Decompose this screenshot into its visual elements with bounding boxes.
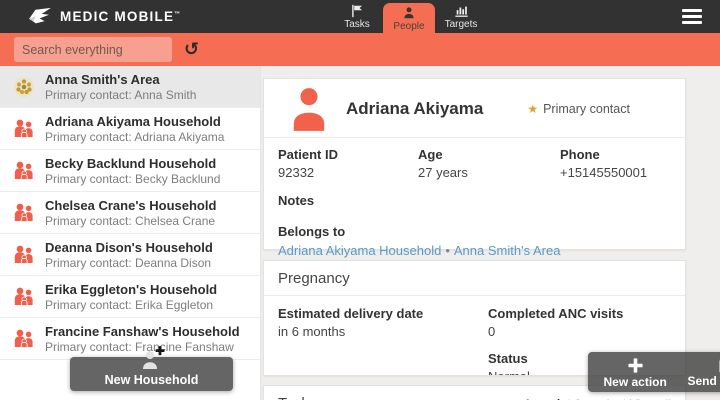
contact-list-item[interactable]: Anna Smith's Area Primary contact: Anna … [0, 66, 260, 108]
field-label: Age [418, 147, 560, 162]
brand-title: MEDIC MOBILE™ [60, 9, 180, 24]
plus-icon [627, 357, 644, 374]
household-icon [12, 327, 36, 351]
new-household-label: New Household [105, 373, 199, 391]
dot-separator: • [445, 243, 450, 258]
search-box [14, 37, 172, 62]
household-icon [12, 201, 36, 225]
contact-list-item-subtitle: Primary contact: Anna Smith [45, 88, 196, 102]
bar-chart-icon [454, 4, 469, 18]
contact-card: Adriana Akiyama ★ Primary contact Patien… [263, 78, 686, 250]
contact-list-item[interactable]: Chelsea Crane's Household Primary contac… [0, 192, 260, 234]
search-input[interactable] [14, 37, 172, 62]
brand: MEDIC MOBILE™ [28, 0, 180, 33]
reset-search-button[interactable]: ↺ [184, 41, 199, 59]
belongs-to-label: Belongs to [278, 224, 671, 239]
new-action-button[interactable]: New action [588, 352, 682, 392]
tab-tasks[interactable]: Tasks [331, 0, 383, 33]
field-label: Patient ID [278, 147, 418, 162]
app-window: MEDIC MOBILE™ Tasks [0, 0, 720, 400]
contact-card-body: Patient ID 92332 Age 27 years Phone +151… [264, 137, 685, 258]
contact-list-item-subtitle: Primary contact: Adriana Akiyama [45, 130, 224, 144]
primary-contact-label: Primary contact [543, 102, 630, 116]
avatar [290, 87, 328, 131]
contact-list-item[interactable]: Francine Fanshaw's Household Primary con… [0, 318, 260, 360]
contact-list-item-title: Francine Fanshaw's Household [45, 324, 240, 339]
field-value: 0 [488, 324, 671, 339]
hamburger-icon [682, 9, 702, 12]
contact-list: Anna Smith's Area Primary contact: Anna … [0, 66, 261, 400]
pregnancy-field: Completed ANC visits 0 [488, 306, 671, 339]
flag-icon [350, 4, 364, 18]
contact-list-item-subtitle: Primary contact: Chelsea Crane [45, 214, 216, 228]
contact-list-item-text: Deanna Dison's Household Primary contact… [45, 240, 213, 270]
pregnancy-title: Pregnancy [264, 261, 685, 295]
contact-list-item[interactable]: Erika Eggleton's Household Primary conta… [0, 276, 260, 318]
field-value: 27 years [418, 165, 560, 180]
tab-targets-label: Targets [445, 19, 478, 30]
contact-list-item[interactable]: Becky Backlund Household Primary contact… [0, 150, 260, 192]
primary-contact-badge: ★ Primary contact [527, 102, 630, 116]
user-plus-icon [139, 345, 165, 370]
field-label: Phone [560, 147, 671, 162]
household-icon [12, 117, 36, 141]
tab-targets[interactable]: Targets [435, 0, 487, 33]
trademark: ™ [174, 12, 180, 18]
belongs-to-links: Adriana Akiyama Household • Anna Smith's A… [278, 243, 671, 258]
contact-list-item-title: Deanna Dison's Household [45, 240, 213, 255]
field-value: in 6 months [278, 324, 488, 339]
contact-list-item-text: Adriana Akiyama Household Primary contac… [45, 114, 224, 144]
contact-list-item-subtitle: Primary contact: Becky Backlund [45, 172, 220, 186]
contact-list-item-title: Chelsea Crane's Household [45, 198, 216, 213]
top-bar: MEDIC MOBILE™ Tasks [0, 0, 720, 33]
refresh-icon: ↺ [184, 39, 199, 60]
contact-field: Age 27 years [418, 147, 560, 180]
contact-list-item-text: Chelsea Crane's Household Primary contac… [45, 198, 216, 228]
field-value: 92332 [278, 165, 418, 180]
send-message-button[interactable]: Send message [682, 352, 720, 392]
household-icon [12, 243, 36, 267]
household-icon [12, 159, 36, 183]
new-household-button[interactable]: New Household [70, 357, 233, 391]
contact-fields-row: Patient ID 92332 Age 27 years Phone +151… [278, 147, 671, 180]
contact-name: Adriana Akiyama [346, 99, 483, 119]
area-icon [12, 75, 36, 99]
household-icon [12, 285, 36, 309]
contact-list-item-text: Erika Eggleton's Household Primary conta… [45, 282, 217, 312]
star-icon: ★ [527, 102, 538, 116]
content-pane: Adriana Akiyama ★ Primary contact Patien… [261, 66, 720, 400]
tasks-title: Tasks [278, 395, 316, 400]
contact-list-item-title: Adriana Akiyama Household [45, 114, 224, 129]
action-bar: New action Send message [588, 352, 720, 392]
contact-list-item[interactable]: Deanna Dison's Household Primary contact… [0, 234, 260, 276]
field-value: +15145550001 [560, 165, 671, 180]
contact-list-item-text: Becky Backlund Household Primary contact… [45, 156, 220, 186]
contact-card-header: Adriana Akiyama ★ Primary contact [264, 79, 685, 137]
contact-list-item-title: Becky Backlund Household [45, 156, 220, 171]
field-label: Estimated delivery date [278, 306, 488, 321]
pregnancy-field: Estimated delivery date in 6 months [278, 306, 488, 339]
menu-button[interactable] [682, 9, 704, 25]
tab-tasks-label: Tasks [344, 19, 370, 30]
notes-label: Notes [278, 193, 671, 208]
nav-tabs: Tasks People [331, 0, 487, 33]
field-label: Completed ANC visits [488, 306, 671, 321]
contact-list-item-title: Erika Eggleton's Household [45, 282, 217, 297]
tab-people[interactable]: People [383, 3, 435, 36]
contact-field: Phone +15145550001 [560, 147, 671, 180]
contact-list-item-title: Anna Smith's Area [45, 72, 196, 87]
contact-list-item-subtitle: Primary contact: Erika Eggleton [45, 298, 217, 312]
send-message-label: Send message [687, 374, 720, 388]
contact-list-item-text: Anna Smith's Area Primary contact: Anna … [45, 72, 196, 102]
person-icon [402, 6, 416, 20]
medic-mobile-logo-icon [28, 7, 52, 27]
search-bar: ↺ [0, 33, 720, 66]
contact-list-item[interactable]: Adriana Akiyama Household Primary contac… [0, 108, 260, 150]
area-link[interactable]: Anna Smith's Area [454, 243, 561, 258]
household-link[interactable]: Adriana Akiyama Household [278, 243, 441, 258]
contact-field: Patient ID 92332 [278, 147, 418, 180]
new-action-label: New action [603, 375, 666, 389]
contact-list-item-subtitle: Primary contact: Deanna Dison [45, 256, 213, 270]
tab-people-label: People [393, 21, 424, 32]
